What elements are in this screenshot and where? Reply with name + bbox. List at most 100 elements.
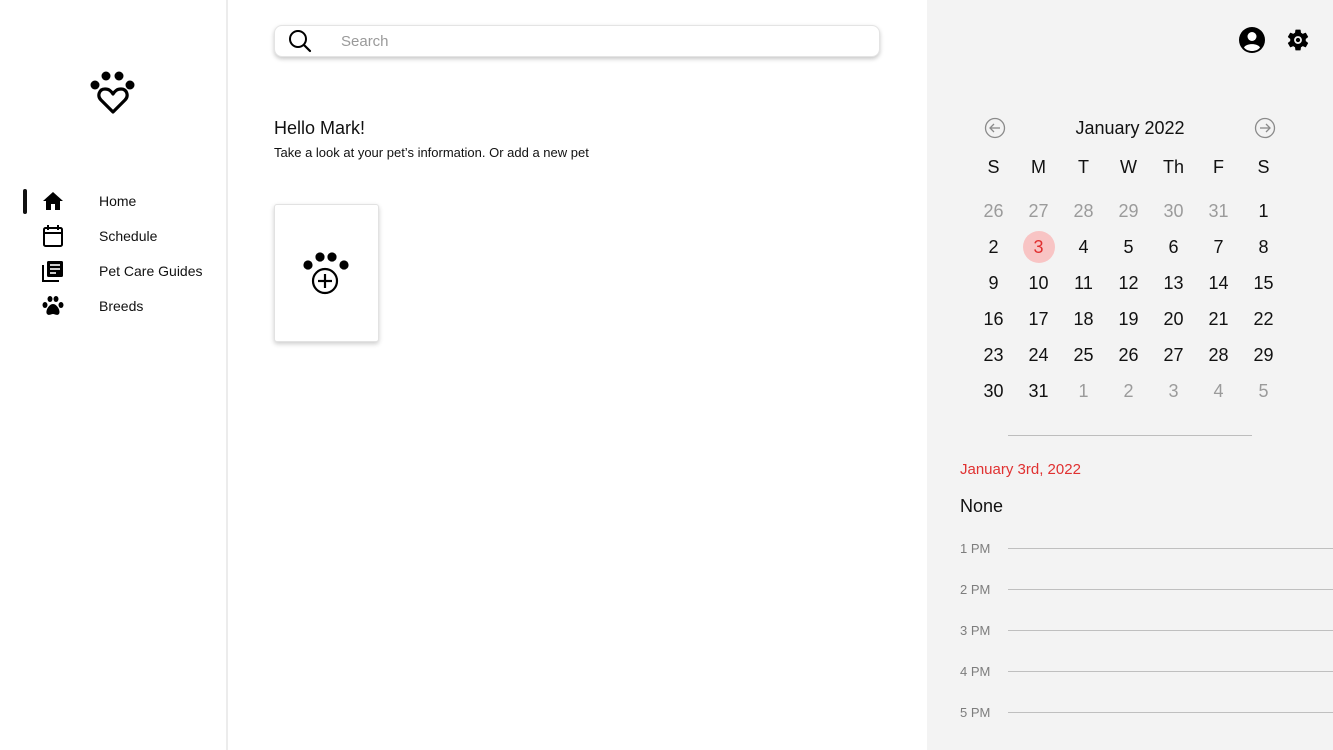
weekday-label: T [1078, 157, 1089, 177]
calendar-day[interactable]: 6 [1151, 229, 1196, 265]
calendar-weekdays: S M T W Th F S [971, 156, 1286, 178]
calendar-day[interactable]: 31 [1196, 193, 1241, 229]
calendar-day-number: 3 [1168, 380, 1179, 401]
calendar-day[interactable]: 1 [1061, 373, 1106, 409]
calendar-day[interactable]: 5 [1106, 229, 1151, 265]
paw-heart-logo[interactable] [88, 70, 138, 116]
sidebar-item-label: Schedule [99, 228, 158, 244]
calendar-day[interactable]: 24 [1016, 337, 1061, 373]
weekday-label: S [1257, 157, 1270, 177]
calendar-day-number: 17 [1028, 308, 1049, 329]
calendar-day-number: 1 [1258, 200, 1269, 221]
sidebar-item-schedule[interactable]: Schedule [0, 218, 226, 253]
calendar-day[interactable]: 4 [1061, 229, 1106, 265]
calendar-day-number: 7 [1213, 236, 1224, 257]
time-divider [1008, 548, 1333, 549]
timeline-row[interactable]: 4 PM [960, 661, 1333, 702]
sidebar-item-home[interactable]: Home [0, 183, 226, 218]
calendar-day-number: 18 [1073, 308, 1094, 329]
calendar-day[interactable]: 11 [1061, 265, 1106, 301]
timeline-row[interactable]: 3 PM [960, 620, 1333, 661]
calendar-day[interactable]: 16 [971, 301, 1016, 337]
calendar-day-number: 10 [1028, 272, 1049, 293]
calendar-day-number: 6 [1168, 236, 1179, 257]
calendar-day[interactable]: 31 [1016, 373, 1061, 409]
calendar-days: 26 27 28 29 30 31 1 2 3 4 5 6 7 8 9 10 11 12 13 14 15 16 17 18 1… [971, 193, 1286, 409]
home-icon [41, 189, 65, 213]
calendar-day[interactable]: 20 [1151, 301, 1196, 337]
calendar-day-number: 16 [983, 308, 1004, 329]
sidebar-item-label: Pet Care Guides [99, 263, 203, 279]
calendar-day[interactable]: 27 [1151, 337, 1196, 373]
calendar-day[interactable]: 9 [971, 265, 1016, 301]
calendar-day[interactable]: 21 [1196, 301, 1241, 337]
calendar-day[interactable]: 5 [1241, 373, 1286, 409]
calendar-day-number: 25 [1073, 344, 1094, 365]
calendar-day[interactable]: 14 [1196, 265, 1241, 301]
calendar-day[interactable]: 22 [1241, 301, 1286, 337]
add-pet-card[interactable] [274, 204, 379, 342]
search-icon[interactable] [287, 28, 313, 54]
calendar-header: January 2022 [983, 116, 1277, 140]
time-label: 4 PM [960, 664, 991, 679]
search-bar[interactable] [274, 25, 880, 57]
greeting-subtitle: Take a look at your pet’s information. O… [274, 145, 589, 160]
calendar-day[interactable]: 3 [1151, 373, 1196, 409]
search-input[interactable] [341, 30, 861, 52]
calendar-day[interactable]: 13 [1151, 265, 1196, 301]
calendar-day[interactable]: 29 [1241, 337, 1286, 373]
calendar-day[interactable]: 15 [1241, 265, 1286, 301]
calendar-day-number: 1 [1078, 380, 1089, 401]
calendar-day[interactable]: 2 [971, 229, 1016, 265]
calendar-day[interactable]: 30 [1151, 193, 1196, 229]
calendar-day[interactable]: 1 [1241, 193, 1286, 229]
calendar-day[interactable]: 7 [1196, 229, 1241, 265]
calendar-day[interactable]: 26 [1106, 337, 1151, 373]
account-circle-icon[interactable] [1238, 26, 1266, 54]
calendar-day-number: 24 [1028, 344, 1049, 365]
main-content: Hello Mark! Take a look at your pet’s in… [228, 0, 927, 750]
calendar-day-number: 27 [1028, 200, 1049, 221]
calendar-panel: January 2022 S M T W Th F S 26 27 28 29 30 31 1 2 3 4 5 6… [927, 0, 1333, 750]
calendar-day[interactable]: 25 [1061, 337, 1106, 373]
calendar-day[interactable]: 30 [971, 373, 1016, 409]
timeline-row[interactable]: 2 PM [960, 579, 1333, 620]
calendar-day[interactable]: 10 [1016, 265, 1061, 301]
sidebar-item-breeds[interactable]: Breeds [0, 288, 226, 323]
calendar-day[interactable]: 19 [1106, 301, 1151, 337]
calendar-day-number: 9 [988, 272, 999, 293]
calendar-day[interactable]: 18 [1061, 301, 1106, 337]
timeline-row[interactable]: 1 PM [960, 538, 1333, 579]
calendar-day-number: 21 [1208, 308, 1229, 329]
calendar-day[interactable]: 29 [1106, 193, 1151, 229]
calendar-day-selected[interactable]: 3 [1016, 229, 1061, 265]
calendar-day-number: 14 [1208, 272, 1229, 293]
calendar-day[interactable]: 26 [971, 193, 1016, 229]
library-books-icon [41, 259, 65, 283]
calendar-day-number: 12 [1118, 272, 1139, 293]
calendar-day[interactable]: 8 [1241, 229, 1286, 265]
calendar-day[interactable]: 2 [1106, 373, 1151, 409]
arrow-right-circle-icon[interactable] [1254, 117, 1276, 139]
calendar-day-number: 23 [983, 344, 1004, 365]
calendar-day[interactable]: 23 [971, 337, 1016, 373]
time-label: 3 PM [960, 623, 991, 638]
calendar-day[interactable]: 12 [1106, 265, 1151, 301]
sidebar-item-pet-care-guides[interactable]: Pet Care Guides [0, 253, 226, 288]
calendar-day-number: 22 [1253, 308, 1274, 329]
time-divider [1008, 630, 1333, 631]
weekday-label: W [1120, 157, 1137, 177]
calendar-day[interactable]: 17 [1016, 301, 1061, 337]
time-divider [1008, 589, 1333, 590]
selected-date-label: January 3rd, 2022 [960, 461, 1081, 478]
calendar-day[interactable]: 4 [1196, 373, 1241, 409]
calendar-day-number: 2 [1123, 380, 1134, 401]
calendar-day[interactable]: 28 [1061, 193, 1106, 229]
calendar-day[interactable]: 27 [1016, 193, 1061, 229]
gear-icon[interactable] [1285, 27, 1311, 53]
arrow-left-circle-icon[interactable] [984, 117, 1006, 139]
calendar-day[interactable]: 28 [1196, 337, 1241, 373]
calendar-day-number: 4 [1213, 380, 1224, 401]
timeline-row[interactable]: 5 PM [960, 702, 1333, 743]
calendar-day-number: 28 [1208, 344, 1229, 365]
